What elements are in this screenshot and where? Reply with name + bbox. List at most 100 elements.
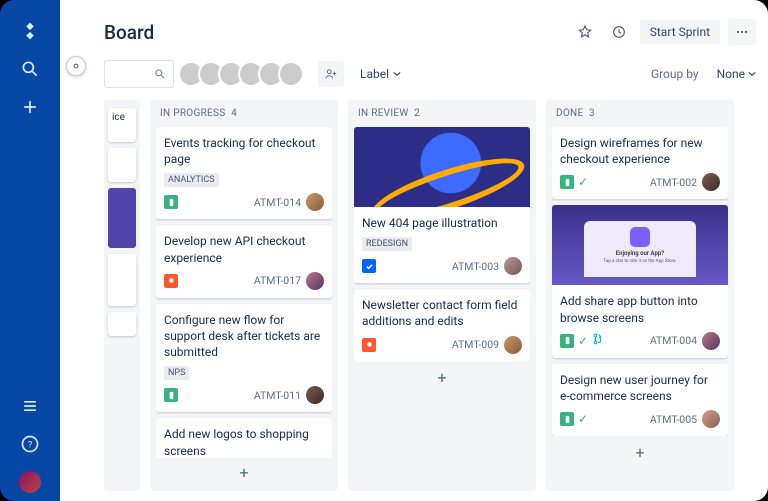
more-actions-button[interactable] [728, 19, 756, 45]
issue-type-story-icon [560, 175, 574, 189]
chevron-down-icon [748, 71, 756, 77]
issue-type-story-icon [560, 412, 574, 426]
issue-type-story-icon [560, 334, 574, 348]
card-title[interactable]: Add new logos to shopping screens [164, 426, 324, 458]
card[interactable]: Enjoying our App? Tap a star to rate it … [552, 205, 728, 357]
add-card-button[interactable]: + [156, 462, 332, 483]
card-label[interactable]: REDESIGN [362, 237, 412, 251]
card[interactable]: Newsletter contact form field additions … [354, 289, 530, 361]
card-title[interactable]: Configure new flow for support desk afte… [164, 312, 324, 361]
card-label[interactable]: NPS [164, 366, 189, 380]
assignee-avatar[interactable] [702, 173, 720, 191]
issue-type-bug-icon [362, 338, 376, 352]
assignee-avatar[interactable] [306, 272, 324, 290]
card[interactable]: Develop new API checkout experience ATMT… [156, 225, 332, 297]
card-cover: Enjoying our App? Tap a star to rate it … [552, 205, 728, 285]
start-sprint-button[interactable]: Start Sprint [640, 20, 720, 44]
card-title[interactable]: Develop new API checkout experience [164, 233, 324, 265]
column-header[interactable]: IN REVIEW 2 [354, 108, 530, 127]
add-people-icon[interactable] [318, 61, 344, 87]
card-stub[interactable] [108, 312, 136, 336]
card[interactable]: Configure new flow for support desk afte… [156, 304, 332, 413]
issue-key[interactable]: ATMT-009 [452, 338, 499, 351]
assignee-avatar[interactable] [504, 336, 522, 354]
svg-text:?: ? [28, 440, 32, 450]
assignee-avatar[interactable] [702, 410, 720, 428]
column-count: 3 [589, 108, 595, 119]
rocket-icon [630, 227, 650, 247]
column-overflow: ice [104, 100, 140, 491]
groupby-value: None [717, 67, 745, 81]
assignee-avatar[interactable] [306, 386, 324, 404]
issue-key[interactable]: ATMT-005 [650, 413, 697, 426]
pull-request-icon[interactable] [592, 333, 604, 348]
search-icon[interactable] [19, 58, 41, 80]
assignee-avatar[interactable] [504, 257, 522, 275]
label-filter[interactable]: Label [360, 67, 401, 81]
page-title: Board [104, 21, 572, 44]
main-content: Board Start Sprint [60, 0, 768, 501]
issue-key[interactable]: ATMT-017 [254, 274, 301, 287]
card-title[interactable]: Design wireframes for new checkout exper… [560, 135, 720, 167]
card-title[interactable]: Newsletter contact form field additions … [362, 297, 522, 329]
help-icon[interactable]: ? [19, 433, 41, 455]
done-check-icon: ✓ [578, 412, 588, 426]
column-done: DONE 3 Design wireframes for new checkou… [546, 100, 734, 491]
column-in-review: IN REVIEW 2 New 404 page illustration RE… [348, 100, 536, 491]
column-name: IN REVIEW [358, 108, 409, 119]
avatar[interactable] [278, 61, 304, 87]
done-check-icon: ✓ [578, 175, 588, 189]
card-title[interactable]: Add share app button into browse screens [560, 293, 720, 325]
column-count: 2 [414, 108, 420, 119]
column-in-progress: IN PROGRESS 4 Events tracking for checko… [150, 100, 338, 491]
sidebar-toggle-icon[interactable] [66, 56, 86, 76]
card-title[interactable]: Events tracking for checkout page [164, 135, 324, 167]
column-header[interactable]: DONE 3 [552, 108, 728, 127]
column-count: 4 [231, 108, 237, 119]
card[interactable]: Add new logos to shopping screens REDESI… [156, 418, 332, 458]
add-card-button[interactable]: + [354, 366, 530, 390]
product-logo-icon[interactable] [19, 20, 41, 42]
done-check-icon: ✓ [578, 334, 588, 348]
groupby-label: Group by [651, 67, 699, 81]
card[interactable]: Design new user journey for e-commerce s… [552, 364, 728, 436]
star-icon[interactable] [572, 19, 598, 45]
issue-key[interactable]: ATMT-003 [452, 260, 499, 273]
chevron-down-icon [393, 71, 401, 77]
issue-key[interactable]: ATMT-011 [254, 389, 301, 402]
issue-key[interactable]: ATMT-002 [650, 176, 697, 189]
card-stub[interactable] [108, 254, 136, 306]
cover-subtitle: Tap a star to rate it on the App Store. [603, 259, 676, 264]
assignee-avatar[interactable] [306, 193, 324, 211]
assignee-filter[interactable] [184, 61, 304, 87]
card[interactable]: New 404 page illustration REDESIGN ATMT-… [354, 127, 530, 283]
issue-type-task-icon [362, 259, 376, 273]
recent-icon[interactable] [606, 19, 632, 45]
issue-type-bug-icon [164, 274, 178, 288]
add-card-button[interactable]: + [552, 440, 728, 464]
issue-key[interactable]: ATMT-004 [650, 334, 697, 347]
card-title[interactable]: Design new user journey for e-commerce s… [560, 372, 720, 404]
label-filter-text: Label [360, 67, 389, 81]
column-name: DONE [556, 108, 583, 119]
assignee-avatar[interactable] [702, 332, 720, 350]
card-stub[interactable]: ice [108, 108, 136, 142]
menu-icon[interactable] [19, 395, 41, 417]
card-cover [354, 127, 530, 207]
groupby-select[interactable]: None [717, 67, 756, 81]
column-header[interactable]: IN PROGRESS 4 [156, 108, 332, 127]
search-input[interactable] [104, 60, 174, 88]
global-nav: ? [0, 0, 60, 501]
card-label[interactable]: ANALYTICS [164, 173, 219, 187]
card-stub[interactable] [108, 148, 136, 182]
board: ice IN PROGRESS 4 Events tracking for ch… [104, 100, 756, 491]
create-icon[interactable] [19, 96, 41, 118]
card[interactable]: Design wireframes for new checkout exper… [552, 127, 728, 199]
issue-type-story-icon [164, 388, 178, 402]
column-name: IN PROGRESS [160, 108, 226, 119]
card[interactable]: Events tracking for checkout page ANALYT… [156, 127, 332, 219]
card-title[interactable]: New 404 page illustration [362, 215, 522, 231]
card-cover-stub[interactable] [108, 188, 136, 248]
profile-avatar[interactable] [19, 471, 41, 493]
issue-key[interactable]: ATMT-014 [254, 196, 301, 209]
